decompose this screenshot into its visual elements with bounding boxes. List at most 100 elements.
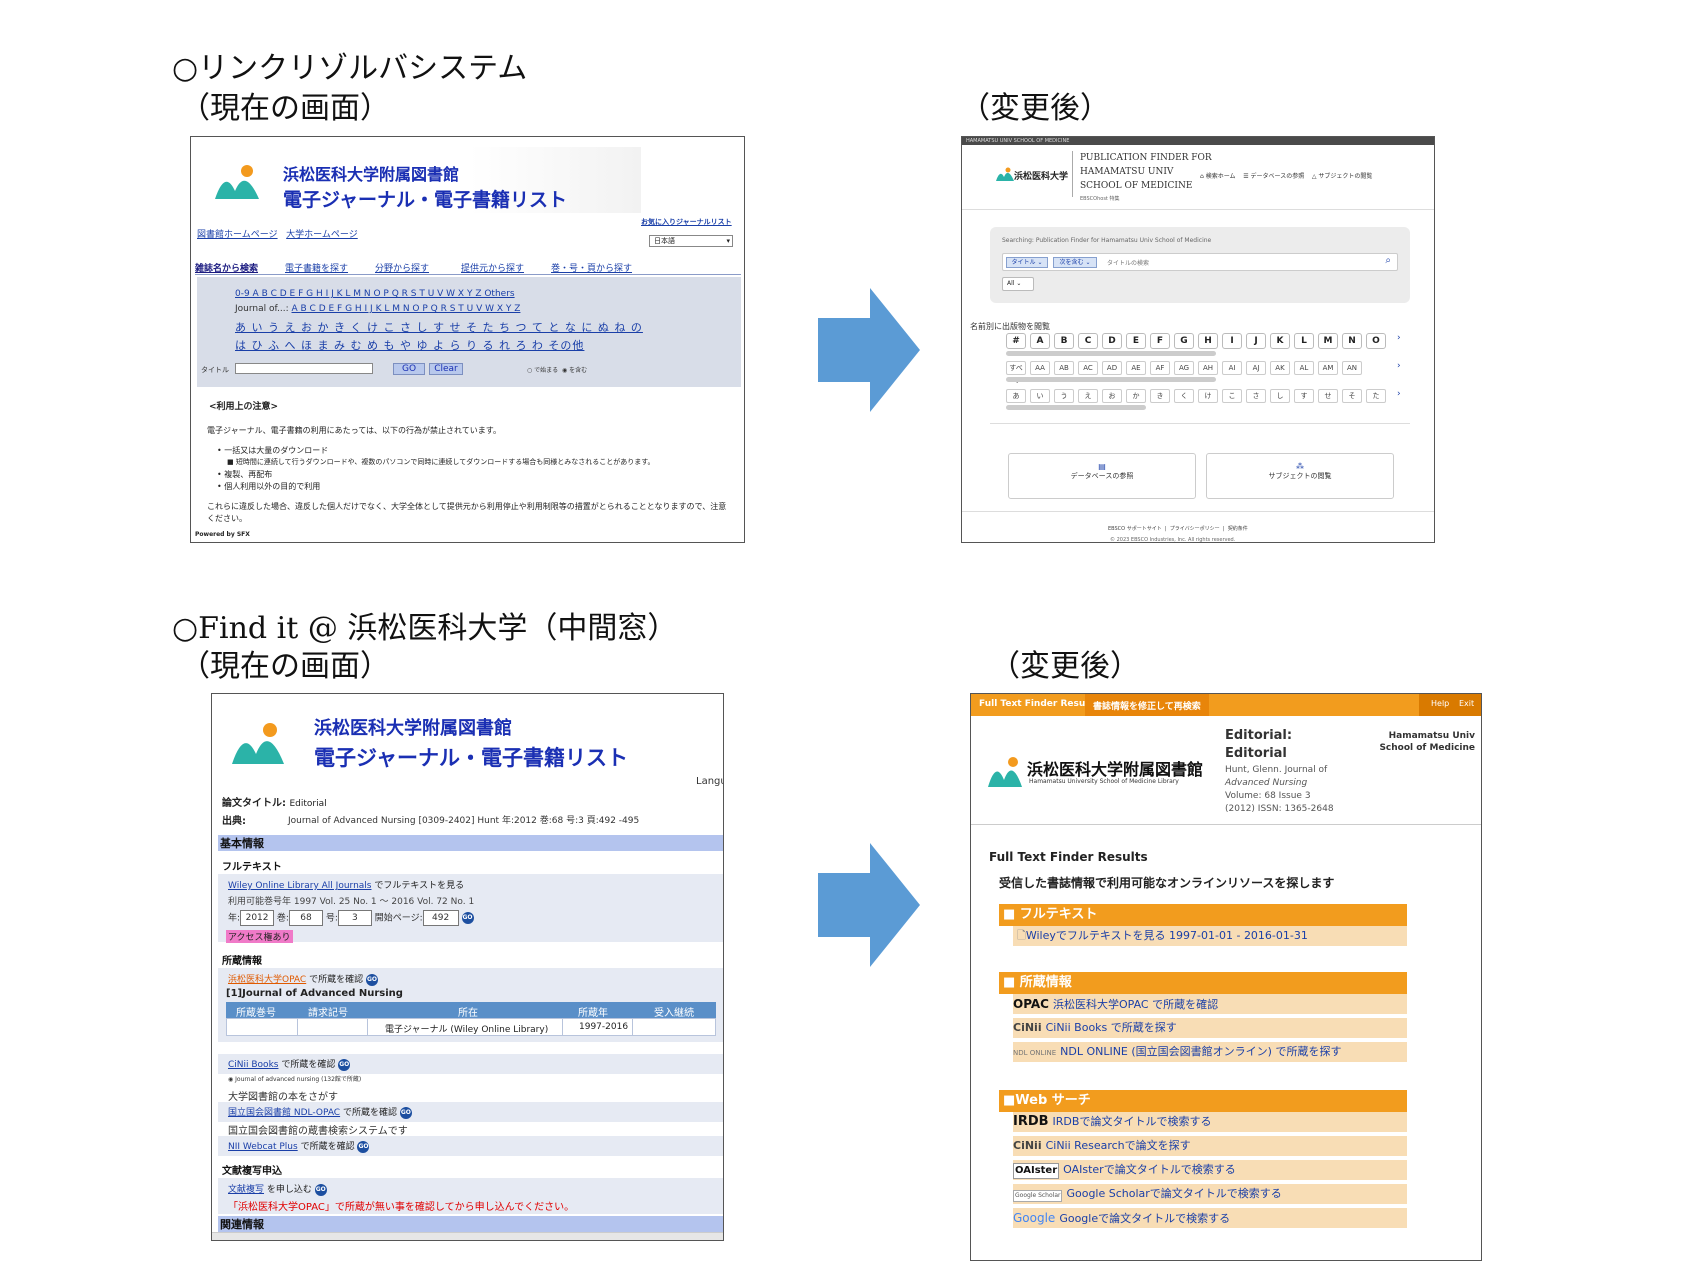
help-link[interactable]: Help [1431,699,1449,708]
browse-letter-button[interactable]: L [1294,333,1314,349]
opac-link[interactable]: 浜松医科大学OPAC [228,975,306,985]
issue-input[interactable]: 3 [337,910,372,926]
nav-databases[interactable]: ☰ データベースの参照 [1243,173,1304,180]
journal-of-letters[interactable]: A B C D E F G H I J K L M N O P Q R S T … [292,304,521,314]
refine-search-link[interactable]: 書誌情報を修正して再検索 [1085,694,1209,716]
start-page-input[interactable]: 492 [422,910,459,926]
opac-link[interactable]: OPAC 浜松医科大学OPAC で所蔵を確認 [1013,994,1407,1014]
clear-button[interactable]: Clear [429,363,463,375]
tab-citation[interactable]: 巻・号・頁から探す [551,261,632,274]
browse-letter-button[interactable]: O [1366,333,1386,349]
university-home-link[interactable]: 大学ホームページ [286,230,358,240]
favorites-link[interactable]: お気に入りジャーナルリスト [641,217,732,227]
scrollbar[interactable] [1006,405,1146,410]
tab-subject[interactable]: 分野から探す [375,261,429,274]
browse-letter-button[interactable]: AI [1222,361,1242,375]
browse-letter-button[interactable]: B [1054,333,1074,349]
go-button[interactable]: GO [357,1140,370,1153]
browse-letter-button[interactable]: AF [1150,361,1170,375]
title-input[interactable] [235,363,373,374]
chevron-right-icon[interactable]: › [1397,389,1401,399]
support-link[interactable]: EBSCO サポートサイト [1108,526,1162,532]
browse-letter-button[interactable]: す [1294,389,1314,403]
library-home-link[interactable]: 図書館ホームページ [197,230,278,240]
browse-letter-button[interactable]: AD [1102,361,1122,375]
all-select[interactable]: All ⌄ [1002,277,1034,291]
exit-link[interactable]: Exit [1459,699,1474,708]
browse-letter-button[interactable]: G [1174,333,1194,349]
alpha-index[interactable]: 0-9 A B C D E F G H I J K L M N O P Q R … [235,289,515,299]
browse-letter-button[interactable]: い [1030,389,1050,403]
tab-provider[interactable]: 提供元から探す [461,261,524,274]
browse-letter-button[interactable]: AB [1054,361,1074,375]
browse-letter-button[interactable]: N [1342,333,1362,349]
wiley-fulltext-link[interactable]: 🗋Wileyでフルテキストを見る 1997-01-01 - 2016-01-31 [1013,926,1407,946]
browse-letter-button[interactable]: F [1150,333,1170,349]
tab-ebook[interactable]: 電子書籍を探す [285,261,348,274]
browse-letter-button[interactable]: AM [1318,361,1338,375]
terms-link[interactable]: 契約条件 [1228,526,1248,532]
browse-letter-button[interactable]: AA [1030,361,1050,375]
browse-letter-button[interactable]: そ [1342,389,1362,403]
go-button[interactable]: GO [399,1106,412,1119]
browse-letter-button[interactable]: き [1150,389,1170,403]
browse-letter-button[interactable]: た [1366,389,1386,403]
database-browse-box[interactable]: ▤ データベースの参照 [1008,453,1196,499]
browse-letter-button[interactable]: さ [1246,389,1266,403]
browse-letter-button[interactable]: う [1054,389,1074,403]
horizontal-scrollbar[interactable] [212,1232,723,1240]
browse-letter-button[interactable]: あ [1006,389,1026,403]
go-button[interactable]: GO [338,1058,351,1071]
browse-letter-button[interactable]: し [1270,389,1290,403]
wiley-link[interactable]: Wiley Online Library All Journals [228,881,371,891]
browse-letter-button[interactable]: # [1006,333,1026,349]
browse-letter-button[interactable]: C [1078,333,1098,349]
browse-letter-button[interactable]: D [1102,333,1122,349]
browse-letter-button[interactable]: AG [1174,361,1194,375]
browse-letter-button[interactable]: A [1030,333,1050,349]
search-icon[interactable]: ⌕ [1385,255,1391,266]
privacy-link[interactable]: プライバシーポリシー [1170,526,1220,532]
kana-index-1[interactable]: あ い う え お か き く け こ さ し す せ そ た ち つ て と … [235,319,643,335]
go-button[interactable]: GO [461,912,474,924]
nav-subjects[interactable]: △ サブジェクトの閲覧 [1312,173,1373,180]
browse-letter-button[interactable]: AE [1126,361,1146,375]
browse-letter-button[interactable]: AC [1078,361,1098,375]
browse-letter-button[interactable]: E [1126,333,1146,349]
irdb-link[interactable]: IRDB IRDBで論文タイトルで検索する [1013,1112,1407,1132]
scrollbar[interactable] [1006,351,1216,356]
browse-letter-button[interactable]: く [1174,389,1194,403]
chevron-right-icon[interactable]: › [1397,333,1401,343]
browse-letter-button[interactable]: こ [1222,389,1242,403]
browse-letter-button[interactable]: I [1222,333,1242,349]
radio-contains[interactable]: ◉ を含む [562,367,587,374]
go-button[interactable]: GO [393,363,425,375]
language-select[interactable]: 日本語 ▾ [649,235,733,247]
browse-letter-button[interactable]: け [1198,389,1218,403]
browse-letter-button[interactable]: すべて [1006,361,1026,384]
copy-link[interactable]: 文献複写 [228,1185,264,1195]
go-button[interactable]: GO [365,973,378,986]
google-scholar-link[interactable]: Google Scholar Google Scholarで論文タイトルで検索する [1013,1184,1407,1204]
chevron-right-icon[interactable]: › [1397,361,1401,371]
browse-letter-button[interactable]: AL [1294,361,1314,375]
browse-letter-button[interactable]: J [1246,333,1266,349]
subject-browse-box[interactable]: ⁂ サブジェクトの閲覧 [1206,453,1394,499]
search-input[interactable]: タイトルの検索 [1107,258,1149,267]
tab-title-search[interactable]: 雑誌名から検索 [195,261,258,274]
scrollbar[interactable] [1006,377,1216,382]
browse-letter-button[interactable]: AJ [1246,361,1266,375]
ndl-online-link[interactable]: NDL ONLINE NDL ONLINE (国立国会図書館オンライン) で所蔵を… [1013,1042,1407,1062]
year-input[interactable]: 2012 [240,910,275,926]
cinii-research-link[interactable]: CiNii CiNii Researchで論文を探す [1013,1136,1407,1156]
mode-select[interactable]: 次を含む ⌄ [1053,257,1097,268]
google-link[interactable]: Google Googleで論文タイトルで検索する [1013,1208,1407,1228]
nav-home[interactable]: ⌂ 検索ホーム [1200,173,1236,180]
browse-letter-button[interactable]: せ [1318,389,1338,403]
browse-letter-button[interactable]: え [1078,389,1098,403]
browse-letter-button[interactable]: K [1270,333,1290,349]
radio-starts[interactable]: ○ で始まる [527,367,558,374]
browse-letter-button[interactable]: AK [1270,361,1290,375]
cinii-link[interactable]: CiNii Books [228,1060,278,1070]
browse-letter-button[interactable]: H [1198,333,1218,349]
